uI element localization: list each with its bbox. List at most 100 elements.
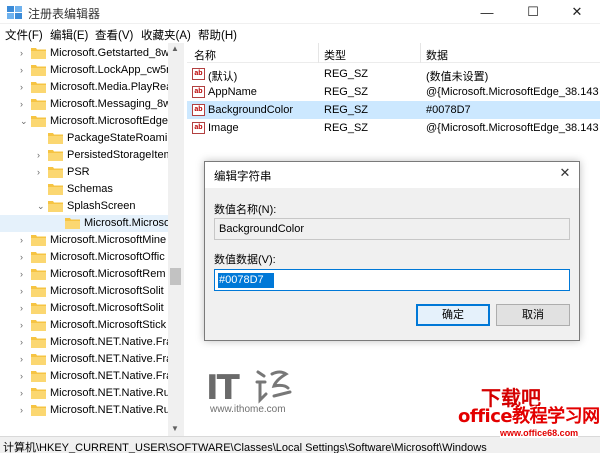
list-item[interactable]: ab AppName REG_SZ @{Microsoft.MicrosoftEdge… — [187, 83, 600, 101]
collapse-arrow-icon[interactable]: ⌄ — [20, 115, 30, 127]
cancel-button[interactable]: 取消 — [496, 304, 570, 326]
title-bar: 注册表编辑器 — ☐ ✕ — [0, 0, 600, 24]
expand-arrow-icon[interactable]: › — [20, 370, 30, 382]
value-data-label: 数值数据(V): — [214, 254, 276, 266]
expand-arrow-icon[interactable]: › — [20, 47, 30, 59]
tree-item-label: SplashScreen — [67, 200, 136, 212]
tree-item[interactable]: PackageStateRoamin — [0, 130, 169, 147]
tree-item[interactable]: › Microsoft.MicrosoftSolit — [0, 300, 169, 317]
tree-item[interactable]: › Microsoft.MicrosoftOffic — [0, 249, 169, 266]
folder-icon — [31, 354, 46, 365]
tree-item[interactable]: › Microsoft.MicrosoftRem — [0, 266, 169, 283]
list-item[interactable]: ab (默认) REG_SZ (数值未设置) — [187, 65, 600, 83]
menu-favorites[interactable]: 收藏夹(A) — [141, 27, 191, 43]
expand-arrow-icon[interactable]: › — [20, 302, 30, 314]
folder-icon — [48, 184, 63, 195]
expand-arrow-icon[interactable]: › — [20, 268, 30, 280]
tree-item[interactable]: › Microsoft.NET.Native.Fra — [0, 334, 169, 351]
tree-scroll-thumb[interactable] — [170, 268, 181, 285]
tree-item-label: Microsoft.NET.Native.Ru — [50, 387, 169, 399]
expand-arrow-icon[interactable]: › — [20, 251, 30, 263]
tree-item[interactable]: › PSR — [0, 164, 169, 181]
string-value-icon: ab — [192, 104, 205, 116]
list-item[interactable]: ab BackgroundColor REG_SZ #0078D7 — [187, 101, 600, 119]
tree-item[interactable]: › Microsoft.Messaging_8w — [0, 96, 169, 113]
value-name-field: BackgroundColor — [214, 218, 570, 240]
minimize-button[interactable]: — — [464, 0, 510, 24]
tree-item[interactable]: › Microsoft.LockApp_cw5n — [0, 62, 169, 79]
tree-item[interactable]: › PersistedStorageItem — [0, 147, 169, 164]
folder-icon — [31, 303, 46, 314]
expand-arrow-icon[interactable]: › — [20, 81, 30, 93]
expand-arrow-icon[interactable]: › — [37, 149, 47, 161]
tree-item-label: Microsoft.MicrosoftOffic — [50, 251, 165, 263]
expand-arrow-icon[interactable]: › — [20, 387, 30, 399]
column-type[interactable]: 类型 — [324, 47, 346, 63]
folder-icon — [31, 269, 46, 280]
expand-arrow-icon[interactable]: › — [37, 166, 47, 178]
tree-item-label: Microsoft.NET.Native.Fra — [50, 353, 169, 365]
folder-icon — [31, 320, 46, 331]
tree-item[interactable]: ⌄ Microsoft.MicrosoftEdge — [0, 113, 169, 130]
tree-item[interactable]: › Microsoft.NET.Native.Fra — [0, 351, 169, 368]
regedit-icon — [7, 6, 22, 19]
expand-arrow-icon[interactable]: › — [20, 98, 30, 110]
expand-arrow-icon[interactable]: › — [20, 319, 30, 331]
menu-file[interactable]: 文件(F) — [5, 27, 43, 43]
expand-arrow-icon[interactable]: › — [20, 285, 30, 297]
tree-item-label: Microsoft.MicrosoftEdge — [50, 115, 168, 127]
registry-tree[interactable]: › Microsoft.Getstarted_8w › Microsoft.LockA… — [0, 43, 184, 436]
tree-item[interactable]: › Microsoft.MicrosoftMine — [0, 232, 169, 249]
tree-item-label: PersistedStorageItem — [67, 149, 169, 161]
dialog-close-button[interactable]: ✕ — [555, 165, 575, 183]
expand-arrow-icon[interactable]: › — [20, 404, 30, 416]
value-type: REG_SZ — [324, 104, 369, 116]
value-data-selection: #0078D7 — [218, 273, 274, 288]
value-name: BackgroundColor — [208, 104, 293, 116]
tree-item[interactable]: › Microsoft.NET.Native.Fra — [0, 368, 169, 385]
expand-arrow-icon[interactable]: › — [20, 353, 30, 365]
tree-item-label: Microsoft.Microso — [84, 217, 169, 229]
scroll-up-arrow-icon[interactable]: ▲ — [171, 44, 179, 53]
tree-item[interactable]: › Microsoft.NET.Native.Ru — [0, 402, 169, 419]
tree-item[interactable]: › Microsoft.MicrosoftSolit — [0, 283, 169, 300]
menu-edit[interactable]: 编辑(E) — [50, 27, 88, 43]
folder-icon — [31, 371, 46, 382]
tree-item-label: Microsoft.MicrosoftMine — [50, 234, 167, 246]
tree-item[interactable]: › Microsoft.Media.PlayRea — [0, 79, 169, 96]
tree-item[interactable]: › Microsoft.Getstarted_8w — [0, 45, 169, 62]
ok-button[interactable]: 确定 — [416, 304, 490, 326]
folder-icon — [31, 337, 46, 348]
expand-arrow-icon[interactable]: › — [20, 234, 30, 246]
folder-icon — [31, 116, 46, 127]
ithome-handwriting-logo — [255, 370, 292, 404]
edit-string-dialog: 编辑字符串 ✕ 数值名称(N): BackgroundColor 数值数据(V)… — [204, 161, 580, 341]
tree-item[interactable]: ⌄ SplashScreen — [0, 198, 169, 215]
menu-bar: 文件(F) 编辑(E) 查看(V) 收藏夹(A) 帮助(H) — [0, 24, 600, 43]
expand-arrow-icon[interactable]: › — [20, 64, 30, 76]
folder-icon — [31, 252, 46, 263]
column-data[interactable]: 数据 — [426, 47, 448, 63]
maximize-button[interactable]: ☐ — [510, 0, 556, 24]
menu-help[interactable]: 帮助(H) — [198, 27, 237, 43]
scroll-down-arrow-icon[interactable]: ▼ — [171, 424, 179, 433]
expand-arrow-icon[interactable]: › — [20, 336, 30, 348]
tree-scrollbar[interactable] — [168, 43, 184, 436]
tree-item-label: Schemas — [67, 183, 113, 195]
column-name[interactable]: 名称 — [194, 47, 216, 63]
tree-item[interactable]: Microsoft.Microso — [0, 215, 169, 232]
tree-item[interactable]: › Microsoft.NET.Native.Ru — [0, 385, 169, 402]
tree-item[interactable]: › Microsoft.MicrosoftStick — [0, 317, 169, 334]
office-watermark-url: www.office68.com — [500, 428, 579, 438]
tree-item-label: Microsoft.MicrosoftSolit — [50, 285, 164, 297]
folder-icon — [48, 167, 63, 178]
status-path: 计算机\HKEY_CURRENT_USER\SOFTWARE\Classes\L… — [3, 442, 487, 453]
folder-icon — [48, 133, 63, 144]
close-button[interactable]: ✕ — [554, 0, 600, 24]
menu-view[interactable]: 查看(V) — [95, 27, 133, 43]
tree-item[interactable]: Schemas — [0, 181, 169, 198]
list-item[interactable]: ab Image REG_SZ @{Microsoft.MicrosoftEdge_3… — [187, 119, 600, 137]
dialog-body: 数值名称(N): BackgroundColor 数值数据(V): 确定 取消 — [205, 188, 579, 340]
collapse-arrow-icon[interactable]: ⌄ — [37, 200, 47, 212]
value-data: #0078D7 — [426, 104, 471, 116]
